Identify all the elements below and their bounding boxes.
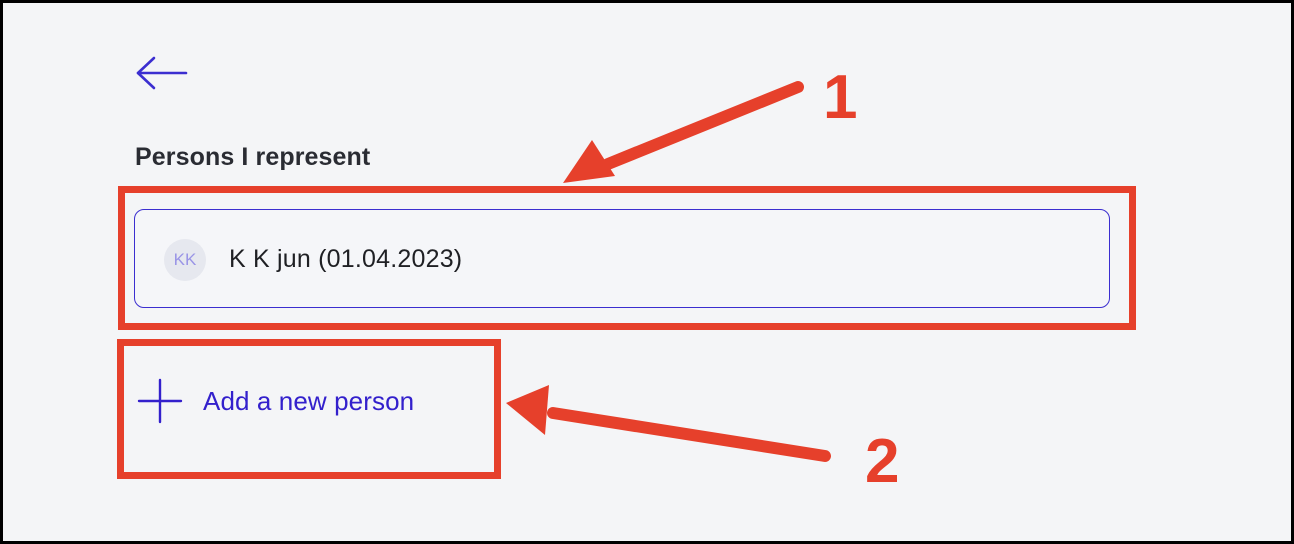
annotation-number-1: 1 [823, 63, 858, 132]
app-frame: Persons I represent KK K K jun (01.04.20… [3, 3, 1291, 541]
section-title: Persons I represent [135, 143, 371, 171]
person-name: K K jun (01.04.2023) [229, 245, 463, 273]
arrow-left-icon [136, 56, 188, 90]
back-button[interactable] [135, 53, 191, 93]
annotation-number-2: 2 [865, 427, 900, 496]
plus-icon [137, 378, 183, 424]
add-person-button[interactable]: Add a new person [137, 377, 414, 425]
add-person-label: Add a new person [203, 385, 415, 416]
arrow-2-icon [506, 385, 831, 462]
avatar: KK [164, 239, 206, 281]
arrow-1-icon [563, 81, 804, 183]
person-card[interactable]: KK K K jun (01.04.2023) [134, 209, 1110, 308]
